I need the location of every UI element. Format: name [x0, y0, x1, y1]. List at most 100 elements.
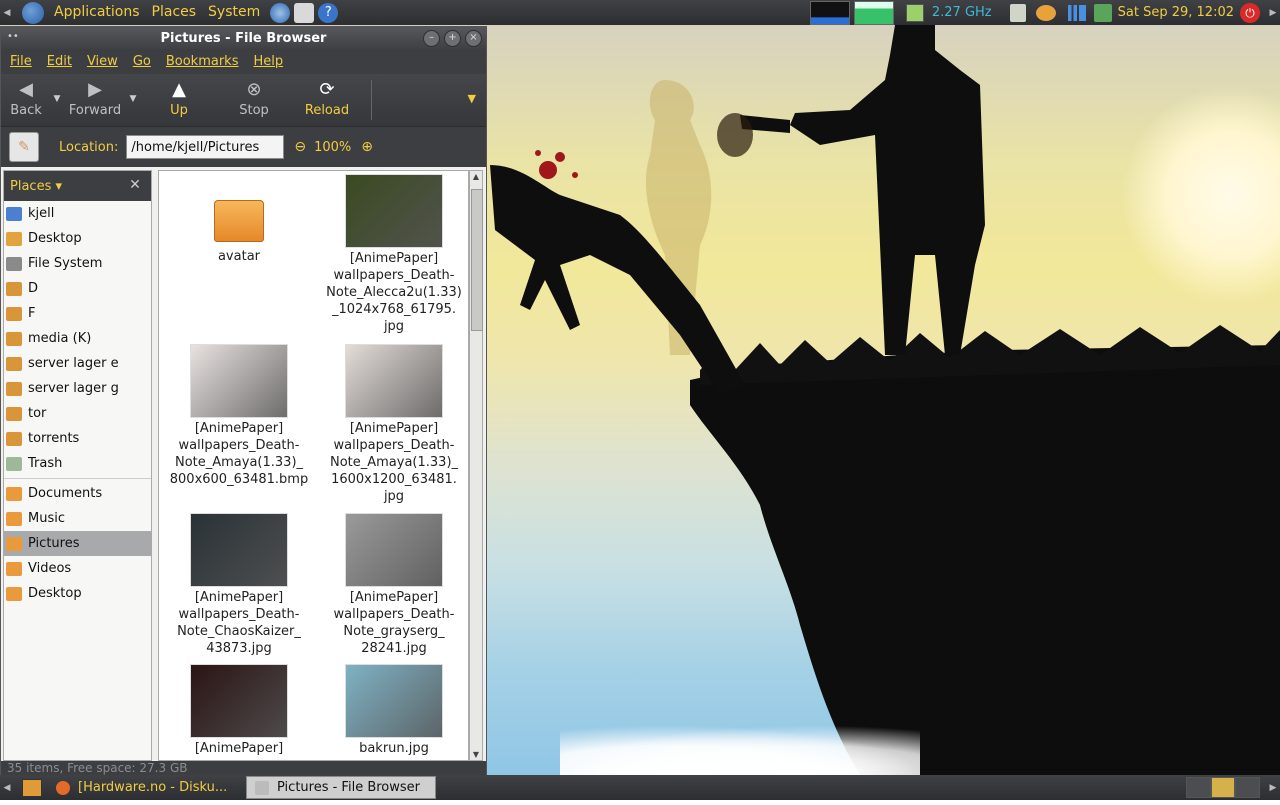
sidebar-item-label: media (K) — [28, 331, 92, 346]
file-icon-view[interactable]: avatar [AnimePaper] wallpapers_Death- Not… — [158, 170, 469, 761]
file-name: [AnimePaper] wallpapers_Death- Note_Chao… — [177, 590, 301, 656]
toolbar: ◀ Back ▼ ▶ Forward ▼ ▲ Up ⊗ Stop ⟳ Reloa… — [1, 74, 486, 126]
file-item[interactable]: [AnimePaper] wallpapers_Death- Note_Alec… — [319, 174, 468, 335]
folder-icon — [6, 486, 22, 501]
zoom-out-icon[interactable]: ⊖ — [294, 139, 306, 155]
sidebar-item-server-lager-e[interactable]: server lager e — [4, 351, 151, 376]
file-name: [AnimePaper] wallpapers_Death- Note_Amay… — [169, 421, 309, 487]
workspace-switcher[interactable] — [1186, 777, 1261, 798]
file-item[interactable]: bakrun.jpg — [319, 664, 468, 757]
file-item[interactable]: [AnimePaper] wallpapers_Death- Note_Amay… — [319, 344, 468, 505]
battery-icon[interactable] — [905, 3, 924, 22]
menu-go[interactable]: Go — [124, 54, 157, 69]
close-button[interactable]: × — [465, 30, 482, 47]
cpu-frequency[interactable]: 2.27 GHz — [932, 5, 992, 20]
file-item[interactable]: [AnimePaper] wallpapers_Death- Note_gray… — [319, 513, 468, 657]
sidebar-item-label: Desktop — [28, 586, 82, 601]
back-label: Back — [10, 103, 42, 118]
toolbar-overflow-icon[interactable]: ▼ — [468, 92, 476, 105]
mail-icon[interactable] — [294, 2, 315, 23]
zoom-in-icon[interactable]: ⊕ — [361, 139, 373, 155]
panel-handle-right[interactable]: ▶ — [1266, 0, 1280, 25]
sidebar-item-media-k-[interactable]: media (K) — [4, 326, 151, 351]
sidebar-item-f[interactable]: F — [4, 301, 151, 326]
trash-icon[interactable] — [1009, 3, 1026, 22]
filesystem-icon — [6, 256, 22, 271]
forward-button[interactable]: ▶ Forward — [63, 74, 127, 119]
menu-places[interactable]: Places — [146, 0, 203, 25]
update-icon[interactable] — [1035, 4, 1056, 21]
clock[interactable]: Sat Sep 29, 12:02 — [1118, 5, 1234, 20]
gnome-foot-icon[interactable] — [22, 1, 44, 24]
network-icon[interactable] — [1093, 3, 1112, 22]
sidebar-item-label: torrents — [28, 431, 80, 446]
file-item[interactable]: [AnimePaper] wallpapers_Death- Note_Amay… — [164, 344, 314, 488]
location-input[interactable] — [126, 135, 285, 159]
show-desktop-icon[interactable] — [22, 778, 42, 797]
stop-icon: ⊗ — [246, 79, 262, 100]
cpu-graph-icon[interactable] — [809, 0, 850, 25]
image-thumbnail — [190, 664, 288, 738]
sidebar-close-icon[interactable]: ✕ — [127, 177, 143, 193]
task-list: [Hardware.no - Disku... Pictures - File B… — [48, 776, 436, 799]
file-browser-icon — [255, 780, 269, 795]
menu-help[interactable]: Help — [244, 54, 289, 69]
sidebar-item-music[interactable]: Music — [4, 506, 151, 531]
workspace-2[interactable] — [1210, 777, 1236, 798]
scroll-up-icon[interactable]: ▲ — [470, 172, 482, 181]
sidebar-item-trash[interactable]: Trash — [4, 451, 151, 476]
file-name: [AnimePaper] wallpapers_Death- Note_Alec… — [326, 251, 462, 334]
back-history-dropdown[interactable]: ▼ — [51, 94, 63, 104]
memory-graph-icon[interactable] — [853, 0, 894, 25]
folder-icon — [6, 511, 22, 526]
sidebar-item-desktop[interactable]: Desktop — [4, 226, 151, 251]
up-button[interactable]: ▲ Up — [139, 74, 219, 119]
file-item[interactable]: [AnimePaper] — [164, 664, 314, 757]
help-icon[interactable]: ? — [318, 2, 339, 23]
vertical-scrollbar[interactable]: ▲ ▼ — [469, 170, 483, 761]
scrollbar-thumb[interactable] — [471, 189, 483, 331]
sidebar-item-documents[interactable]: Documents — [4, 481, 151, 506]
location-toggle-button[interactable]: ✎ — [9, 132, 39, 162]
menu-edit[interactable]: Edit — [38, 54, 78, 69]
file-name: [AnimePaper] wallpapers_Death- Note_gray… — [333, 590, 455, 656]
sidebar-item-videos[interactable]: Videos — [4, 556, 151, 581]
menu-applications[interactable]: Applications — [48, 0, 146, 25]
stop-button[interactable]: ⊗ Stop — [219, 74, 289, 119]
bottom-handle-right[interactable]: ▶ — [1266, 775, 1280, 800]
back-button[interactable]: ◀ Back — [1, 74, 51, 119]
bottom-handle-left[interactable]: ◀ — [0, 775, 14, 800]
places-dropdown[interactable]: Places ▾ — [10, 179, 62, 194]
menu-bookmarks[interactable]: Bookmarks — [157, 54, 245, 69]
sidebar-item-d[interactable]: D — [4, 276, 151, 301]
folder-item[interactable]: avatar — [164, 174, 314, 265]
menu-system[interactable]: System — [202, 0, 266, 25]
sidebar-item-tor[interactable]: tor — [4, 401, 151, 426]
menu-file[interactable]: File — [1, 54, 38, 69]
sidebar-item-pictures[interactable]: Pictures — [4, 531, 151, 556]
sidebar-item-label: server lager g — [28, 381, 119, 396]
minimize-button[interactable]: – — [423, 30, 440, 47]
scroll-down-icon[interactable]: ▼ — [470, 750, 482, 759]
window-titlebar[interactable]: •• Pictures - File Browser – + × — [1, 27, 486, 49]
maximize-button[interactable]: + — [444, 30, 461, 47]
sidebar-item-desktop[interactable]: Desktop — [4, 581, 151, 606]
workspace-1[interactable] — [1186, 777, 1211, 798]
signal-icon[interactable] — [1067, 4, 1086, 21]
sidebar-item-server-lager-g[interactable]: server lager g — [4, 376, 151, 401]
panel-handle-left[interactable]: ◀ — [0, 0, 14, 25]
file-item[interactable]: [AnimePaper] wallpapers_Death- Note_Chao… — [164, 513, 314, 657]
zoom-level[interactable]: 100% — [314, 140, 351, 155]
reload-button[interactable]: ⟳ Reload — [289, 74, 365, 119]
sidebar-item-torrents[interactable]: torrents — [4, 426, 151, 451]
power-icon[interactable]: ⏻ — [1240, 2, 1260, 23]
sidebar-item-kjell[interactable]: kjell — [4, 201, 151, 226]
workspace-3[interactable] — [1235, 777, 1261, 798]
taskbar-button-2[interactable]: Pictures - File Browser — [246, 776, 436, 799]
taskbar-button-1[interactable]: [Hardware.no - Disku... — [48, 777, 236, 798]
menu-view[interactable]: View — [78, 54, 124, 69]
image-thumbnail — [345, 174, 443, 248]
forward-history-dropdown[interactable]: ▼ — [127, 94, 139, 104]
sidebar-item-file-system[interactable]: File System — [4, 251, 151, 276]
browser-icon[interactable] — [270, 2, 291, 23]
